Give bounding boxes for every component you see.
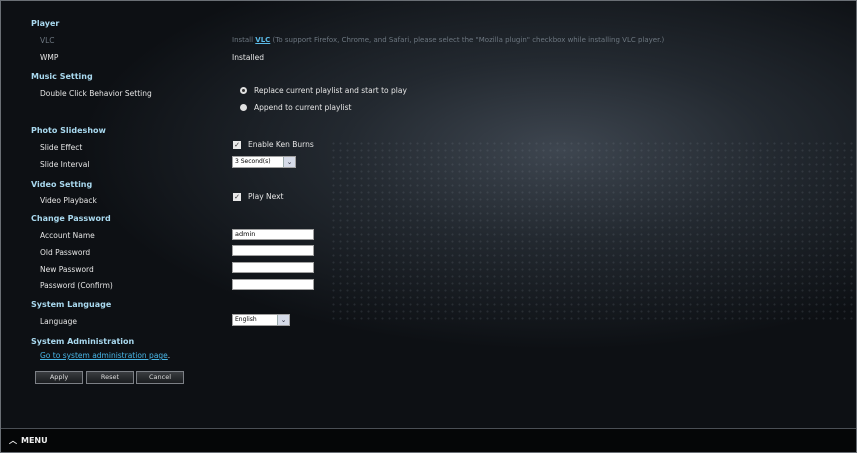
new-password-input[interactable]: [232, 262, 314, 273]
section-title-language: System Language: [31, 300, 112, 309]
background-dot-pattern: [330, 140, 857, 320]
radio-replace-label: Replace current playlist and start to pl…: [254, 86, 407, 95]
chevron-up-icon: ︿: [9, 436, 17, 445]
cancel-button[interactable]: Cancel: [136, 371, 184, 384]
check-icon: ✓: [234, 141, 240, 149]
slide-interval-label: Slide Interval: [40, 160, 90, 169]
chevron-down-icon: ⌄: [283, 157, 295, 167]
reset-button[interactable]: Reset: [86, 371, 134, 384]
section-title-password: Change Password: [31, 214, 111, 223]
system-admin-link[interactable]: Go to system administration page: [40, 351, 168, 360]
section-title-video: Video Setting: [31, 180, 93, 189]
vlc-label: VLC: [40, 36, 55, 45]
slide-effect-label: Slide Effect: [40, 143, 83, 152]
ken-burns-label: Enable Ken Burns: [248, 140, 314, 149]
wmp-status: Installed: [232, 53, 264, 62]
section-title-player: Player: [31, 19, 60, 28]
section-title-music: Music Setting: [31, 72, 93, 81]
account-name-label: Account Name: [40, 231, 95, 240]
language-select[interactable]: English ⌄: [232, 314, 290, 326]
radio-append-playlist[interactable]: [240, 104, 247, 111]
old-password-input[interactable]: [232, 245, 314, 256]
vlc-install-text: Install VLC (To support Firefox, Chrome,…: [232, 36, 665, 44]
section-title-photo: Photo Slideshow: [31, 126, 106, 135]
apply-button[interactable]: Apply: [35, 371, 83, 384]
play-next-checkbox[interactable]: ✓: [233, 193, 241, 201]
menu-label: MENU: [21, 436, 48, 445]
account-name-input[interactable]: admin: [232, 229, 314, 240]
old-password-label: Old Password: [40, 248, 91, 257]
confirm-password-label: Password (Confirm): [40, 281, 113, 290]
window-frame: [0, 0, 857, 453]
double-click-label: Double Click Behavior Setting: [40, 89, 152, 98]
slide-interval-select[interactable]: 3 Second(s) ⌄: [232, 156, 296, 168]
bottom-menu-bar: ︿ MENU: [1, 428, 856, 453]
admin-link-row: Go to system administration page.: [40, 351, 171, 360]
ken-burns-checkbox[interactable]: ✓: [233, 141, 241, 149]
check-icon: ✓: [234, 193, 240, 201]
radio-replace-playlist[interactable]: [240, 87, 247, 94]
language-value: English: [235, 316, 257, 323]
play-next-label: Play Next: [248, 192, 284, 201]
slide-interval-value: 3 Second(s): [235, 158, 271, 165]
section-title-admin: System Administration: [31, 337, 135, 346]
chevron-down-icon: ⌄: [277, 315, 289, 325]
confirm-password-input[interactable]: [232, 279, 314, 290]
wmp-label: WMP: [40, 53, 59, 62]
vlc-install-link[interactable]: VLC: [255, 36, 270, 44]
menu-toggle[interactable]: ︿ MENU: [9, 435, 48, 446]
language-label: Language: [40, 317, 78, 326]
new-password-label: New Password: [40, 265, 94, 274]
video-playback-label: Video Playback: [40, 196, 97, 205]
radio-append-label: Append to current playlist: [254, 103, 352, 112]
